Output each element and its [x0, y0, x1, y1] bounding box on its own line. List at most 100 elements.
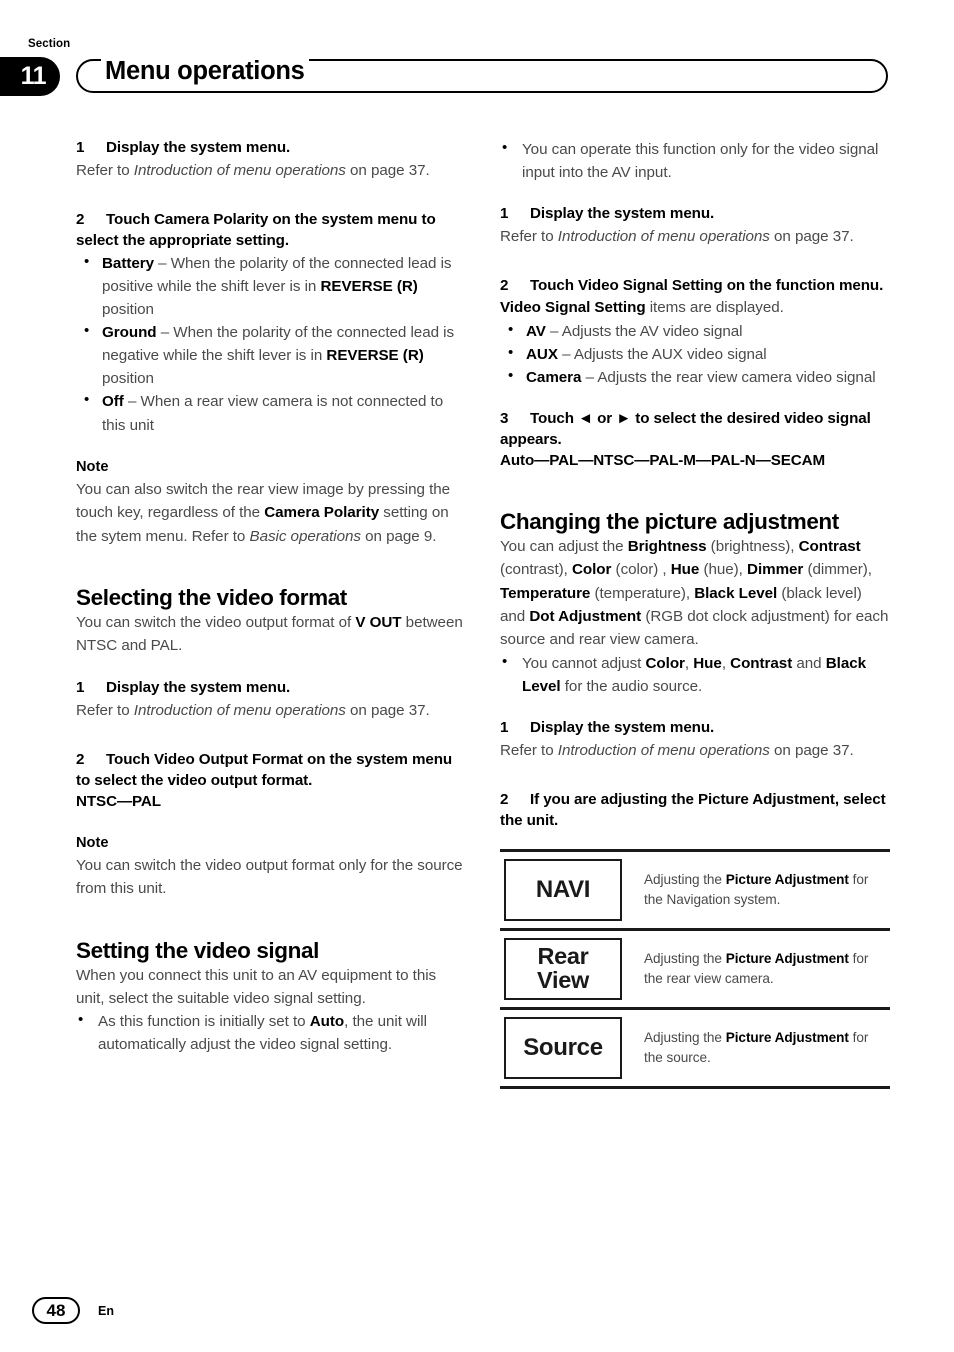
option-term: Ground	[102, 324, 157, 342]
option-desc-tail: position	[102, 301, 154, 319]
item-dash: –	[581, 369, 598, 387]
page-title: Menu operations	[101, 54, 309, 88]
intro-seg: (brightness),	[706, 537, 799, 555]
unit-key-rear-view[interactable]: Rear View	[504, 937, 622, 1000]
bullet-seg: ,	[684, 654, 694, 672]
step-number: 2	[76, 751, 85, 769]
bullet-seg: ,	[721, 654, 731, 672]
bullet-seg: for the audio source.	[560, 677, 703, 695]
list-item: Camera – Adjusts the rear view camera vi…	[500, 365, 890, 389]
step-display-system-menu-4: 1 Display the system menu.	[500, 718, 890, 739]
list-item: AUX – Adjusts the AUX video signal	[500, 342, 890, 366]
intro-bold: Hue	[670, 561, 700, 579]
option-dash: –	[156, 324, 174, 342]
intro-bold: Black Level	[694, 584, 778, 602]
refer-reference-title: Introduction of menu operations	[557, 741, 770, 759]
refer-prefix: Refer to	[76, 161, 134, 179]
video-signal-intro: When you connect this unit to an AV equi…	[76, 966, 437, 1007]
video-output-format-values: NTSC—PAL	[76, 792, 161, 810]
unit-key-navi[interactable]: NAVI	[504, 858, 622, 921]
bullet-bold: Hue	[693, 654, 722, 672]
video-signal-items-line: Video Signal Setting items are displayed…	[500, 297, 890, 320]
refer-reference-title: Introduction of menu operations	[133, 701, 346, 719]
bullet-bold-term: Auto	[309, 1013, 345, 1031]
picture-adjustment-intro: You can adjust the Brightness (brightnes…	[500, 535, 890, 652]
step-select-the-unit: 2 If you are adjusting the Picture Adjust…	[500, 790, 890, 832]
list-item: As this function is initially set to Aut…	[76, 1009, 466, 1056]
intro-seg: (dimmer),	[803, 561, 872, 579]
step-number: 1	[500, 719, 509, 737]
item-dash: –	[557, 346, 574, 364]
bullet-seg: and	[792, 654, 826, 672]
step-touch-camera-polarity: 2 Touch Camera Polarity on the system men…	[76, 210, 466, 252]
step-display-system-menu-3: 1 Display the system menu.	[500, 204, 890, 225]
intro-bold: Dot Adjustment	[529, 608, 642, 626]
item-term: AV	[526, 323, 546, 341]
step-number: 2	[500, 791, 509, 809]
list-item: Battery – When the polarity of the conne…	[76, 251, 466, 321]
section-label: Section	[28, 38, 71, 50]
list-item: Off – When a rear view camera is not con…	[76, 389, 466, 436]
intro-bold-term: V OUT	[355, 614, 402, 632]
intro-bold: Temperature	[500, 584, 591, 602]
desc-bold-term: Picture Adjustment	[725, 951, 849, 967]
step-touch-video-signal-setting: 2 Touch Video Signal Setting on the funct…	[500, 276, 890, 297]
picture-adjustment-notes-list: You cannot adjust Color, Hue, Contrast a…	[500, 651, 890, 698]
list-item: You cannot adjust Color, Hue, Contrast a…	[500, 651, 890, 698]
option-dash: –	[123, 393, 141, 411]
desc-prefix: Adjusting the	[644, 1030, 726, 1046]
step-text: Display the system menu.	[106, 678, 291, 696]
note-heading-2: Note	[76, 834, 109, 851]
table-row: Rear View Adjusting the Picture Adjustme…	[500, 931, 890, 1010]
step-display-system-menu-2: 1 Display the system menu.	[76, 678, 466, 699]
intro-bold: Brightness	[627, 537, 707, 555]
refer-note-1: Refer to Introduction of menu operations…	[76, 159, 466, 182]
desc-prefix: Adjusting the	[644, 872, 726, 888]
camera-polarity-options-list: Battery – When the polarity of the conne…	[76, 251, 466, 437]
option-term: Off	[102, 393, 124, 411]
intro-seg: You can adjust the	[500, 537, 628, 555]
refer-note-4: Refer to Introduction of menu operations…	[500, 739, 890, 762]
items-text: items are displayed.	[645, 299, 784, 317]
bullet-bold: Contrast	[730, 654, 793, 672]
section-number-badge: 11	[0, 57, 60, 96]
desc-bold-term: Picture Adjustment	[725, 872, 849, 888]
item-dash: –	[545, 323, 562, 341]
right-column: You can operate this function only for t…	[500, 137, 890, 1089]
item-desc: Adjusts the AV video signal	[561, 323, 743, 341]
page-footer: 48 En	[32, 1297, 114, 1324]
video-signal-notes-list: As this function is initially set to Aut…	[76, 1009, 466, 1056]
item-desc: Adjusts the rear view camera video signa…	[597, 369, 876, 387]
note-text-tail: on page 9.	[360, 527, 437, 545]
list-item: AV – Adjusts the AV video signal	[500, 319, 890, 343]
intro-bold: Dimmer	[747, 561, 804, 579]
step-number: 3	[500, 410, 509, 428]
intro-text: You can switch the video output format o…	[76, 614, 356, 632]
video-format-intro: You can switch the video output format o…	[76, 611, 466, 658]
refer-prefix: Refer to	[500, 228, 558, 246]
step-number: 1	[500, 205, 509, 223]
step-display-system-menu-1: 1 Display the system menu.	[76, 138, 466, 159]
step-text: Display the system menu.	[106, 139, 291, 156]
bullet-bold: Color	[645, 654, 685, 672]
intro-bold: Contrast	[798, 537, 861, 555]
desc-prefix: Adjusting the	[644, 951, 726, 967]
table-row: NAVI Adjusting the Picture Adjustment fo…	[500, 852, 890, 931]
bullet-seg: You cannot adjust	[522, 654, 646, 672]
page-number-badge: 48	[32, 1297, 80, 1324]
unit-key-line-1: Rear	[537, 942, 589, 969]
option-desc-bold: REVERSE (R)	[326, 347, 424, 365]
intro-seg: (contrast),	[500, 561, 572, 579]
bullet-text: As this function is initially set to	[98, 1013, 310, 1031]
refer-suffix: on page 37.	[769, 228, 854, 246]
refer-reference-title: Introduction of menu operations	[133, 161, 346, 179]
step-text: Display the system menu.	[530, 719, 715, 737]
video-signal-items-list: AV – Adjusts the AV video signal AUX – A…	[500, 319, 890, 389]
unit-desc-rear-view: Adjusting the Picture Adjustment for the…	[622, 938, 890, 1000]
unit-key-source[interactable]: Source	[504, 1016, 622, 1079]
table-row: Source Adjusting the Picture Adjustment …	[500, 1010, 890, 1086]
refer-reference-title: Introduction of menu operations	[557, 228, 770, 246]
desc-bold-term: Picture Adjustment	[725, 1030, 849, 1046]
av-input-note-list: You can operate this function only for t…	[500, 137, 890, 184]
intro-seg: (color) ,	[611, 561, 671, 579]
